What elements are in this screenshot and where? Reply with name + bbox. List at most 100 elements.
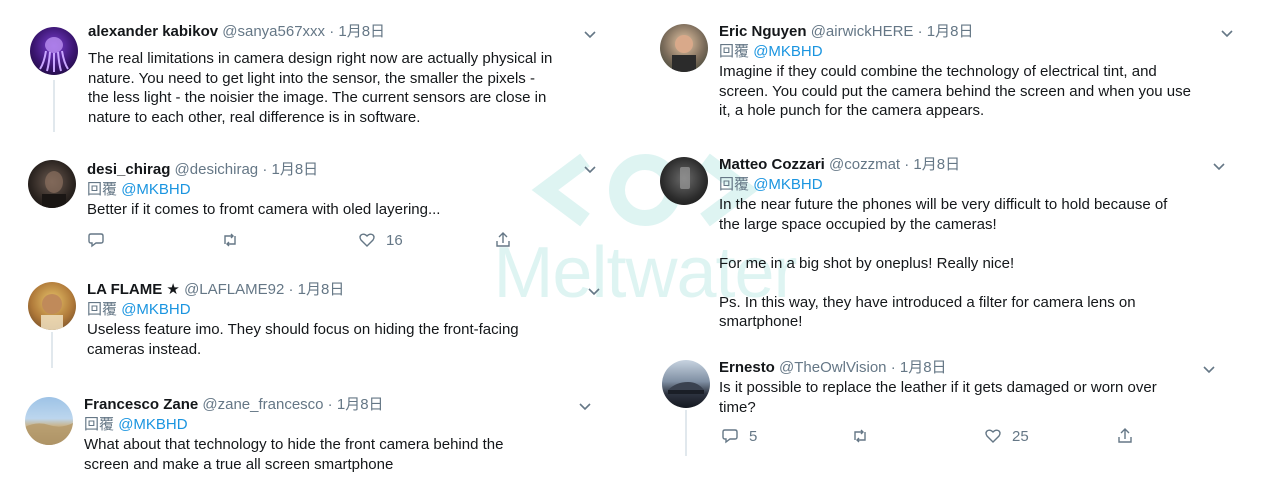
tweet-body: Matteo Cozzari @cozzmat · 1月8日 回覆 @MKBHD… [719,155,1244,332]
handle-and-date[interactable]: @sanya567xxx · 1月8日 [222,23,385,40]
display-name[interactable]: Ernesto [719,359,775,376]
tweet-body: Ernesto @TheOwlVision · 1月8日 Is it possi… [719,358,1244,417]
display-name[interactable]: desi_chirag [87,161,170,178]
tweet-header: alexander kabikov @sanya567xxx · 1月8日 [88,22,596,42]
tweet-eric-nguyen[interactable]: Eric Nguyen @airwickHERE · 1月8日 回覆 @MKBH… [640,22,1268,132]
display-name[interactable]: Francesco Zane [84,396,198,413]
replying-to: 回覆 @MKBHD [719,42,1244,62]
avatar-person-icon [680,167,690,189]
handle-and-date[interactable]: @TheOwlVision · 1月8日 [779,359,947,376]
reply-prefix: 回覆 [87,181,118,198]
share-button[interactable] [1116,427,1134,445]
avatar-car-icon [668,382,704,394]
tweet-text: The real limitations in camera design ri… [88,50,553,126]
avatar-person-icon [672,35,696,72]
replying-to: 回覆 @MKBHD [87,180,596,200]
thread-line [53,80,55,132]
avatar[interactable] [28,282,76,330]
reply-handle-link[interactable]: @MKBHD [753,176,822,193]
replying-to: 回覆 @MKBHD [719,175,1244,195]
tweet-header: Matteo Cozzari @cozzmat · 1月8日 [719,155,1244,175]
thread-line [685,410,687,456]
tweet-la-flame[interactable]: LA FLAME ★ @LAFLAME92 · 1月8日 回覆 @MKBHD U… [0,280,620,380]
handle-and-date[interactable]: @airwickHERE · 1月8日 [811,23,974,40]
replying-to: 回覆 @MKBHD [87,300,596,320]
tweet-kabikov[interactable]: alexander kabikov @sanya567xxx · 1月8日 Th… [0,22,620,132]
tweet-body: alexander kabikov @sanya567xxx · 1月8日 Th… [88,22,596,127]
avatar[interactable] [30,27,78,75]
reply-prefix: 回覆 [87,301,118,318]
reply-handle-link[interactable]: @MKBHD [121,301,190,318]
tweet-body: Eric Nguyen @airwickHERE · 1月8日 回覆 @MKBH… [719,22,1244,121]
heart-icon [359,233,375,247]
avatar-person-icon [42,171,66,208]
avatar-person-icon [41,294,63,330]
retweet-icon [224,233,236,247]
retweet-button[interactable] [221,231,239,249]
avatar-art-icon [39,37,69,72]
retweet-icon [854,429,866,443]
handle-and-date[interactable]: @desichirag · 1月8日 [175,161,319,178]
reply-count: 5 [749,427,758,445]
handle-and-date[interactable]: @cozzmat · 1月8日 [829,156,960,173]
reply-handle-link[interactable]: @MKBHD [118,416,187,433]
avatar[interactable] [662,360,710,408]
reply-icon [722,429,738,444]
tweet-text: Is it possible to replace the leather if… [719,379,1157,416]
tweet-header: Francesco Zane @zane_francesco · 1月8日 [84,395,596,415]
tweet-text: What about that technology to hide the f… [84,436,504,473]
share-button[interactable] [494,231,512,249]
like-count: 16 [386,231,403,249]
tweet-matteo-cozzari[interactable]: Matteo Cozzari @cozzmat · 1月8日 回覆 @MKBHD… [640,155,1268,340]
avatar[interactable] [660,157,708,205]
tweet-francesco-zane[interactable]: Francesco Zane @zane_francesco · 1月8日 回覆… [0,395,620,485]
chevron-down-icon[interactable] [583,163,597,177]
tweet-text: Useless feature imo. They should focus o… [87,321,519,358]
chevron-down-icon[interactable] [1220,27,1234,41]
handle-and-date[interactable]: @zane_francesco · 1月8日 [202,396,383,413]
reply-prefix: 回覆 [719,43,750,60]
tweet-header: Eric Nguyen @airwickHERE · 1月8日 [719,22,1244,42]
avatar[interactable] [25,397,73,445]
like-button[interactable]: 16 [358,231,403,249]
retweet-button[interactable] [851,427,869,445]
chevron-down-icon[interactable] [587,285,601,299]
tweet-body: LA FLAME ★ @LAFLAME92 · 1月8日 回覆 @MKBHD U… [87,280,596,359]
chevron-down-icon[interactable] [1202,363,1216,377]
display-name[interactable]: alexander kabikov [88,23,218,40]
tweet-header: Ernesto @TheOwlVision · 1月8日 [719,358,1244,378]
tweet-text: In the near future the phones will be ve… [719,196,1168,330]
display-name[interactable]: Eric Nguyen [719,23,807,40]
chevron-down-icon[interactable] [583,28,597,42]
chevron-down-icon[interactable] [578,400,592,414]
tweet-body: Francesco Zane @zane_francesco · 1月8日 回覆… [84,395,596,474]
tweet-desi-chirag[interactable]: desi_chirag @desichirag · 1月8日 回覆 @MKBHD… [0,158,620,258]
avatar[interactable] [660,24,708,72]
avatar-landscape-icon [25,423,73,445]
reply-prefix: 回覆 [719,176,750,193]
reply-button[interactable]: 5 [721,427,757,445]
share-icon [496,232,510,247]
like-button[interactable]: 25 [984,427,1029,445]
like-count: 25 [1012,427,1029,445]
tweet-actions: 16 [87,231,527,251]
tweet-body: desi_chirag @desichirag · 1月8日 回覆 @MKBHD… [87,160,596,220]
handle-and-date[interactable]: @LAFLAME92 · 1月8日 [184,281,344,298]
avatar[interactable] [28,160,76,208]
reply-handle-link[interactable]: @MKBHD [753,43,822,60]
share-icon [1118,428,1132,443]
tweet-header: LA FLAME ★ @LAFLAME92 · 1月8日 [87,280,596,300]
reply-prefix: 回覆 [84,416,115,433]
tweet-text: Imagine if they could combine the techno… [719,63,1191,119]
thread-line [51,332,53,368]
chevron-down-icon[interactable] [1212,160,1226,174]
tweet-ernesto[interactable]: Ernesto @TheOwlVision · 1月8日 Is it possi… [640,358,1268,478]
tweet-header: desi_chirag @desichirag · 1月8日 [87,160,596,180]
tweet-actions: 5 25 [721,427,1141,447]
display-name[interactable]: LA FLAME ★ [87,281,180,298]
reply-button[interactable] [87,231,105,249]
reply-handle-link[interactable]: @MKBHD [121,181,190,198]
heart-icon [985,429,1001,443]
tweet-text: Better if it comes to fromt camera with … [87,201,441,218]
display-name[interactable]: Matteo Cozzari [719,156,825,173]
